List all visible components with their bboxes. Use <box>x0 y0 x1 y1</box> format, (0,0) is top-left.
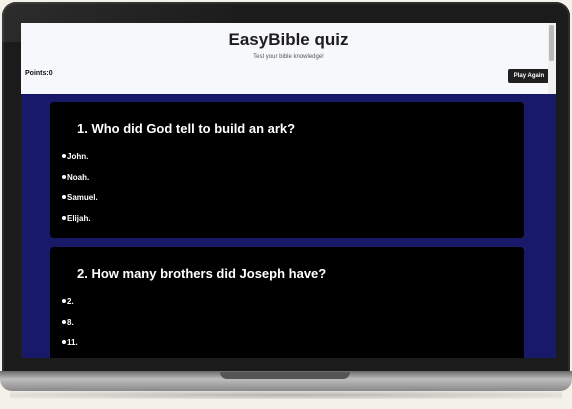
answer-options: John. Noah. Samuel. Elijah. <box>62 152 98 234</box>
page-title: EasyBible quiz <box>228 30 349 49</box>
points-counter: Points:0 <box>25 70 53 77</box>
bullet-dot-icon <box>62 174 66 179</box>
scrollbar[interactable] <box>548 23 556 94</box>
answer-option-label: 2. <box>67 297 74 306</box>
answer-option[interactable]: John. <box>62 152 98 173</box>
answer-option[interactable]: Noah. <box>62 173 98 194</box>
answer-option[interactable]: 8. <box>62 318 78 339</box>
answer-option[interactable]: 11. <box>62 338 78 358</box>
question-text: 2. How many brothers did Joseph have? <box>77 266 327 281</box>
bullet-dot-icon <box>62 154 66 158</box>
answer-options: 2. 8. 11. <box>62 297 78 358</box>
answer-option-label: 8. <box>67 317 74 327</box>
question-card-1: 1. Who did God tell to build an ark? Joh… <box>50 102 524 238</box>
laptop-hinge-notch <box>220 372 350 379</box>
bullet-dot-icon <box>62 340 66 344</box>
floor-shadow <box>10 391 562 399</box>
app-header: EasyBible quiz Test your bible knowledge… <box>21 23 556 94</box>
answer-option-label: John. <box>67 152 89 161</box>
play-again-button[interactable]: Play Again <box>508 69 550 83</box>
answer-option-label: Samuel. <box>67 193 98 202</box>
answer-option[interactable]: Elijah. <box>62 214 98 235</box>
bullet-dot-icon <box>62 299 66 303</box>
answer-option-label: Elijah. <box>67 213 91 223</box>
scrollbar-thumb[interactable] <box>549 25 554 61</box>
bullet-dot-icon <box>62 215 66 220</box>
answer-option[interactable]: Samuel. <box>62 193 98 214</box>
page-subtitle: Test your bible knowledge! <box>253 54 324 60</box>
question-card-2: 2. How many brothers did Joseph have? 2.… <box>50 247 524 358</box>
answer-option[interactable]: 2. <box>62 297 78 318</box>
answer-option-label: Noah. <box>67 172 90 182</box>
bullet-dot-icon <box>62 319 66 324</box>
question-text: 1. Who did God tell to build an ark? <box>77 121 296 136</box>
answer-option-label: 11. <box>67 338 78 347</box>
bullet-dot-icon <box>62 195 66 199</box>
browser-viewport: EasyBible quiz Test your bible knowledge… <box>21 23 556 358</box>
